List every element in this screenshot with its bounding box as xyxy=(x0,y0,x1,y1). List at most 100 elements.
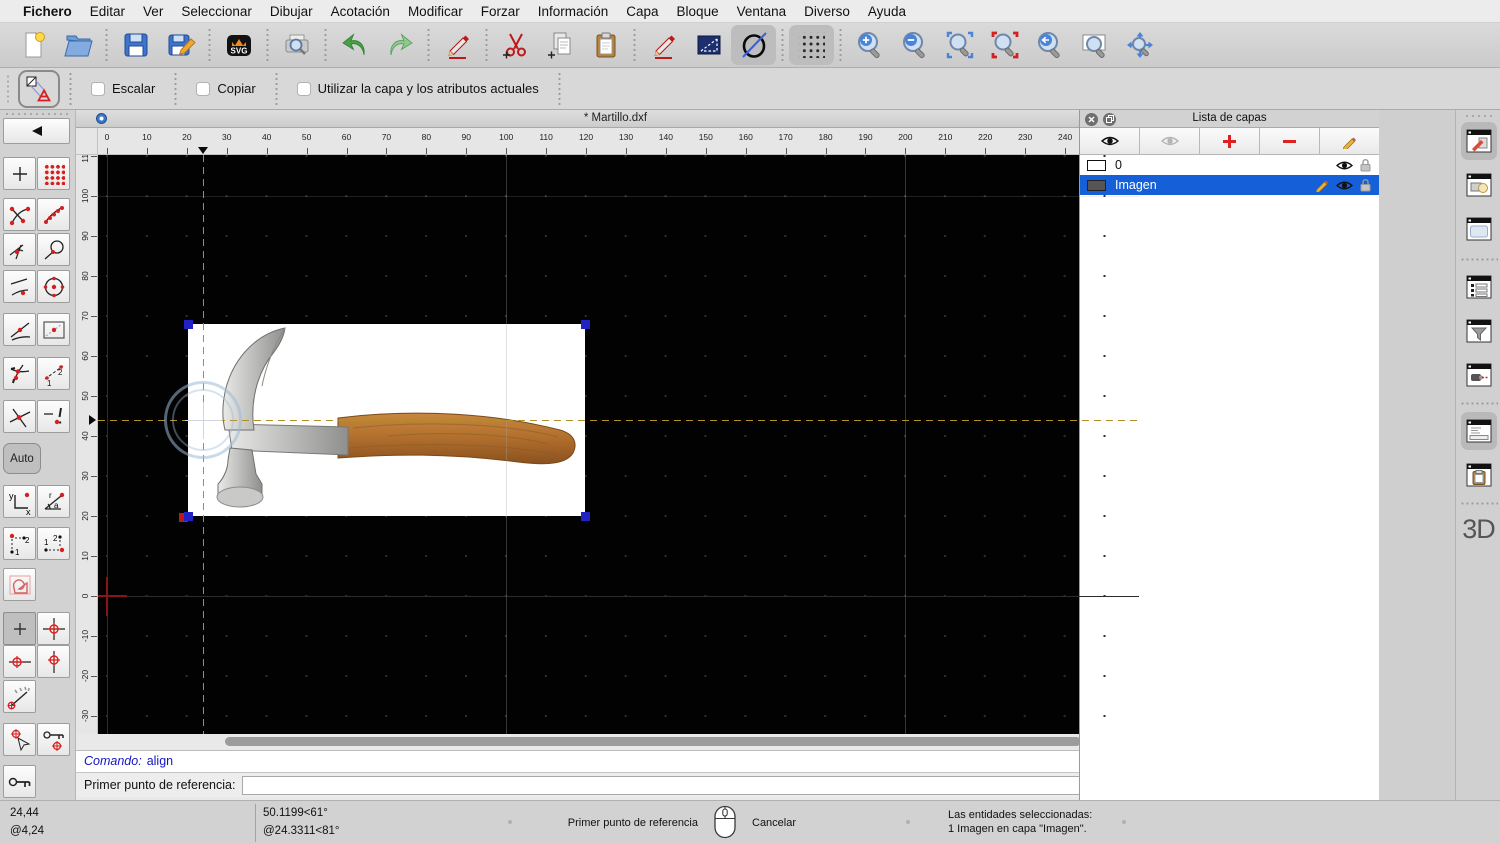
menu-dibujar[interactable]: Dibujar xyxy=(261,4,322,19)
open-file-button[interactable] xyxy=(55,25,100,65)
menu-información[interactable]: Información xyxy=(529,4,618,19)
layer-list-panel-button[interactable] xyxy=(1461,122,1497,160)
paste-button[interactable] xyxy=(583,25,628,65)
scale-checkbox[interactable] xyxy=(91,82,105,96)
snap-intersection-manual-button[interactable]: 12 xyxy=(37,357,70,390)
zoom-window-button[interactable] xyxy=(1072,25,1117,65)
document-titlebar[interactable]: * Martillo.dxf xyxy=(76,110,1155,128)
projection-panel-button[interactable] xyxy=(1461,356,1497,394)
snap-reference-button[interactable] xyxy=(37,313,70,346)
selection-handle-bottom-right[interactable] xyxy=(581,512,590,521)
canvas-horizontal-scrollbar[interactable]: 10 < 100 xyxy=(76,734,1155,750)
snap-intersection-button[interactable] xyxy=(3,400,36,433)
lock-relative-zero-button[interactable] xyxy=(37,723,70,756)
menu-diverso[interactable]: Diverso xyxy=(795,4,859,19)
snap-auto-button[interactable]: Auto xyxy=(3,443,41,474)
menu-ver[interactable]: Ver xyxy=(134,4,172,19)
restrict-orthogonal-button[interactable] xyxy=(37,612,70,645)
cut-button[interactable] xyxy=(493,25,538,65)
draft-mode-button[interactable] xyxy=(731,25,776,65)
save-button[interactable] xyxy=(113,25,158,65)
coord-cartesian-button[interactable]: yx xyxy=(3,485,36,518)
toolbar-drag-handle[interactable] xyxy=(6,74,10,104)
horizontal-scroll-thumb[interactable] xyxy=(225,737,1081,746)
coord-polar-button[interactable]: ra xyxy=(37,485,70,518)
property-list-panel-button[interactable] xyxy=(1461,268,1497,306)
attributes-pencil-button[interactable] xyxy=(641,25,686,65)
layer-visibility-eye-icon[interactable] xyxy=(1336,160,1353,171)
ortho-horizontal-button[interactable]: 12 xyxy=(37,527,70,560)
copy-option[interactable]: Copiar xyxy=(196,81,255,96)
add-layer-button[interactable] xyxy=(1200,128,1260,154)
drawing-canvas[interactable] xyxy=(98,155,1139,734)
copy-button[interactable] xyxy=(538,25,583,65)
selection-handle-bottom-left[interactable] xyxy=(184,512,193,521)
layer-edit-pencil-icon[interactable] xyxy=(1315,178,1329,192)
snap-center-button[interactable] xyxy=(37,270,70,303)
zoom-out-button[interactable] xyxy=(892,25,937,65)
show-all-layers-button[interactable] xyxy=(1080,128,1140,154)
snap-middle-button[interactable] xyxy=(3,313,36,346)
use-current-layer-checkbox[interactable] xyxy=(297,82,311,96)
copy-checkbox[interactable] xyxy=(196,82,210,96)
grid-toggle-button[interactable] xyxy=(789,25,834,65)
snap-restrict-off-button[interactable] xyxy=(37,400,70,433)
restrict-loop-button[interactable] xyxy=(3,568,36,601)
3d-label[interactable]: 3D xyxy=(1456,514,1500,545)
menu-modificar[interactable]: Modificar xyxy=(399,4,472,19)
palette-back-button[interactable] xyxy=(3,118,70,144)
menu-ventana[interactable]: Ventana xyxy=(728,4,796,19)
menu-acotación[interactable]: Acotación xyxy=(322,4,399,19)
restrict-vertical-button[interactable] xyxy=(37,645,70,678)
snap-endpoints-button[interactable] xyxy=(3,198,36,231)
restrict-horizontal-button[interactable] xyxy=(3,645,36,678)
menu-capa[interactable]: Capa xyxy=(617,4,667,19)
layer-lock-icon[interactable] xyxy=(1360,158,1371,172)
snap-nearest-button[interactable] xyxy=(3,270,36,303)
zoom-pan-button[interactable] xyxy=(1117,25,1162,65)
auto-zoom-button[interactable] xyxy=(937,25,982,65)
zoom-previous-button[interactable] xyxy=(1027,25,1072,65)
redo-button[interactable] xyxy=(377,25,422,65)
undo-button[interactable] xyxy=(332,25,377,65)
hide-all-layers-button[interactable] xyxy=(1140,128,1200,154)
layer-lock-icon[interactable] xyxy=(1360,178,1371,192)
svg-export-button[interactable]: SVG xyxy=(216,25,261,65)
snap-intersection-auto-button[interactable] xyxy=(3,357,36,390)
restrict-none-button[interactable] xyxy=(3,612,36,645)
menu-seleccionar[interactable]: Seleccionar xyxy=(172,4,261,19)
selection-filter-panel-button[interactable] xyxy=(1461,312,1497,350)
relative-zero-key-button[interactable] xyxy=(3,765,36,798)
menu-bloque[interactable]: Bloque xyxy=(668,4,728,19)
remove-layer-button[interactable] xyxy=(1260,128,1320,154)
menu-editar[interactable]: Editar xyxy=(81,4,134,19)
command-input[interactable] xyxy=(242,776,1121,795)
use-current-layer-option[interactable]: Utilizar la capa y los atributos actuale… xyxy=(297,81,539,96)
block-list-panel-button[interactable] xyxy=(1461,166,1497,204)
snap-perpendicular-button[interactable] xyxy=(3,233,36,266)
align-tool-button[interactable] xyxy=(18,70,60,108)
ortho-vertical-button[interactable]: 12 xyxy=(3,527,36,560)
edit-layer-button[interactable] xyxy=(1320,128,1379,154)
angle-indicator-button[interactable] xyxy=(3,680,36,713)
zoom-selection-button[interactable] xyxy=(982,25,1027,65)
scale-option[interactable]: Escalar xyxy=(91,81,155,96)
command-line-panel-button[interactable] xyxy=(1461,412,1497,450)
clipboard-panel-button[interactable] xyxy=(1461,456,1497,494)
selection-handle-top-right[interactable] xyxy=(581,320,590,329)
iso-projection-button[interactable] xyxy=(686,25,731,65)
snap-on-entity-button[interactable] xyxy=(37,198,70,231)
palette-drag-handle[interactable] xyxy=(4,112,68,116)
print-preview-button[interactable] xyxy=(274,25,319,65)
selection-handle-top-left[interactable] xyxy=(184,320,193,329)
snap-tangent-button[interactable] xyxy=(37,233,70,266)
save-as-button[interactable] xyxy=(158,25,203,65)
snap-free-button[interactable] xyxy=(3,157,36,190)
dock-drag-handle[interactable] xyxy=(1464,114,1494,118)
menu-fichero[interactable]: Fichero xyxy=(14,4,81,19)
layer-visibility-eye-icon[interactable] xyxy=(1336,180,1353,191)
menu-forzar[interactable]: Forzar xyxy=(472,4,529,19)
new-file-button[interactable] xyxy=(10,25,55,65)
set-relative-zero-button[interactable] xyxy=(3,723,36,756)
snap-grid-button[interactable] xyxy=(37,157,70,190)
